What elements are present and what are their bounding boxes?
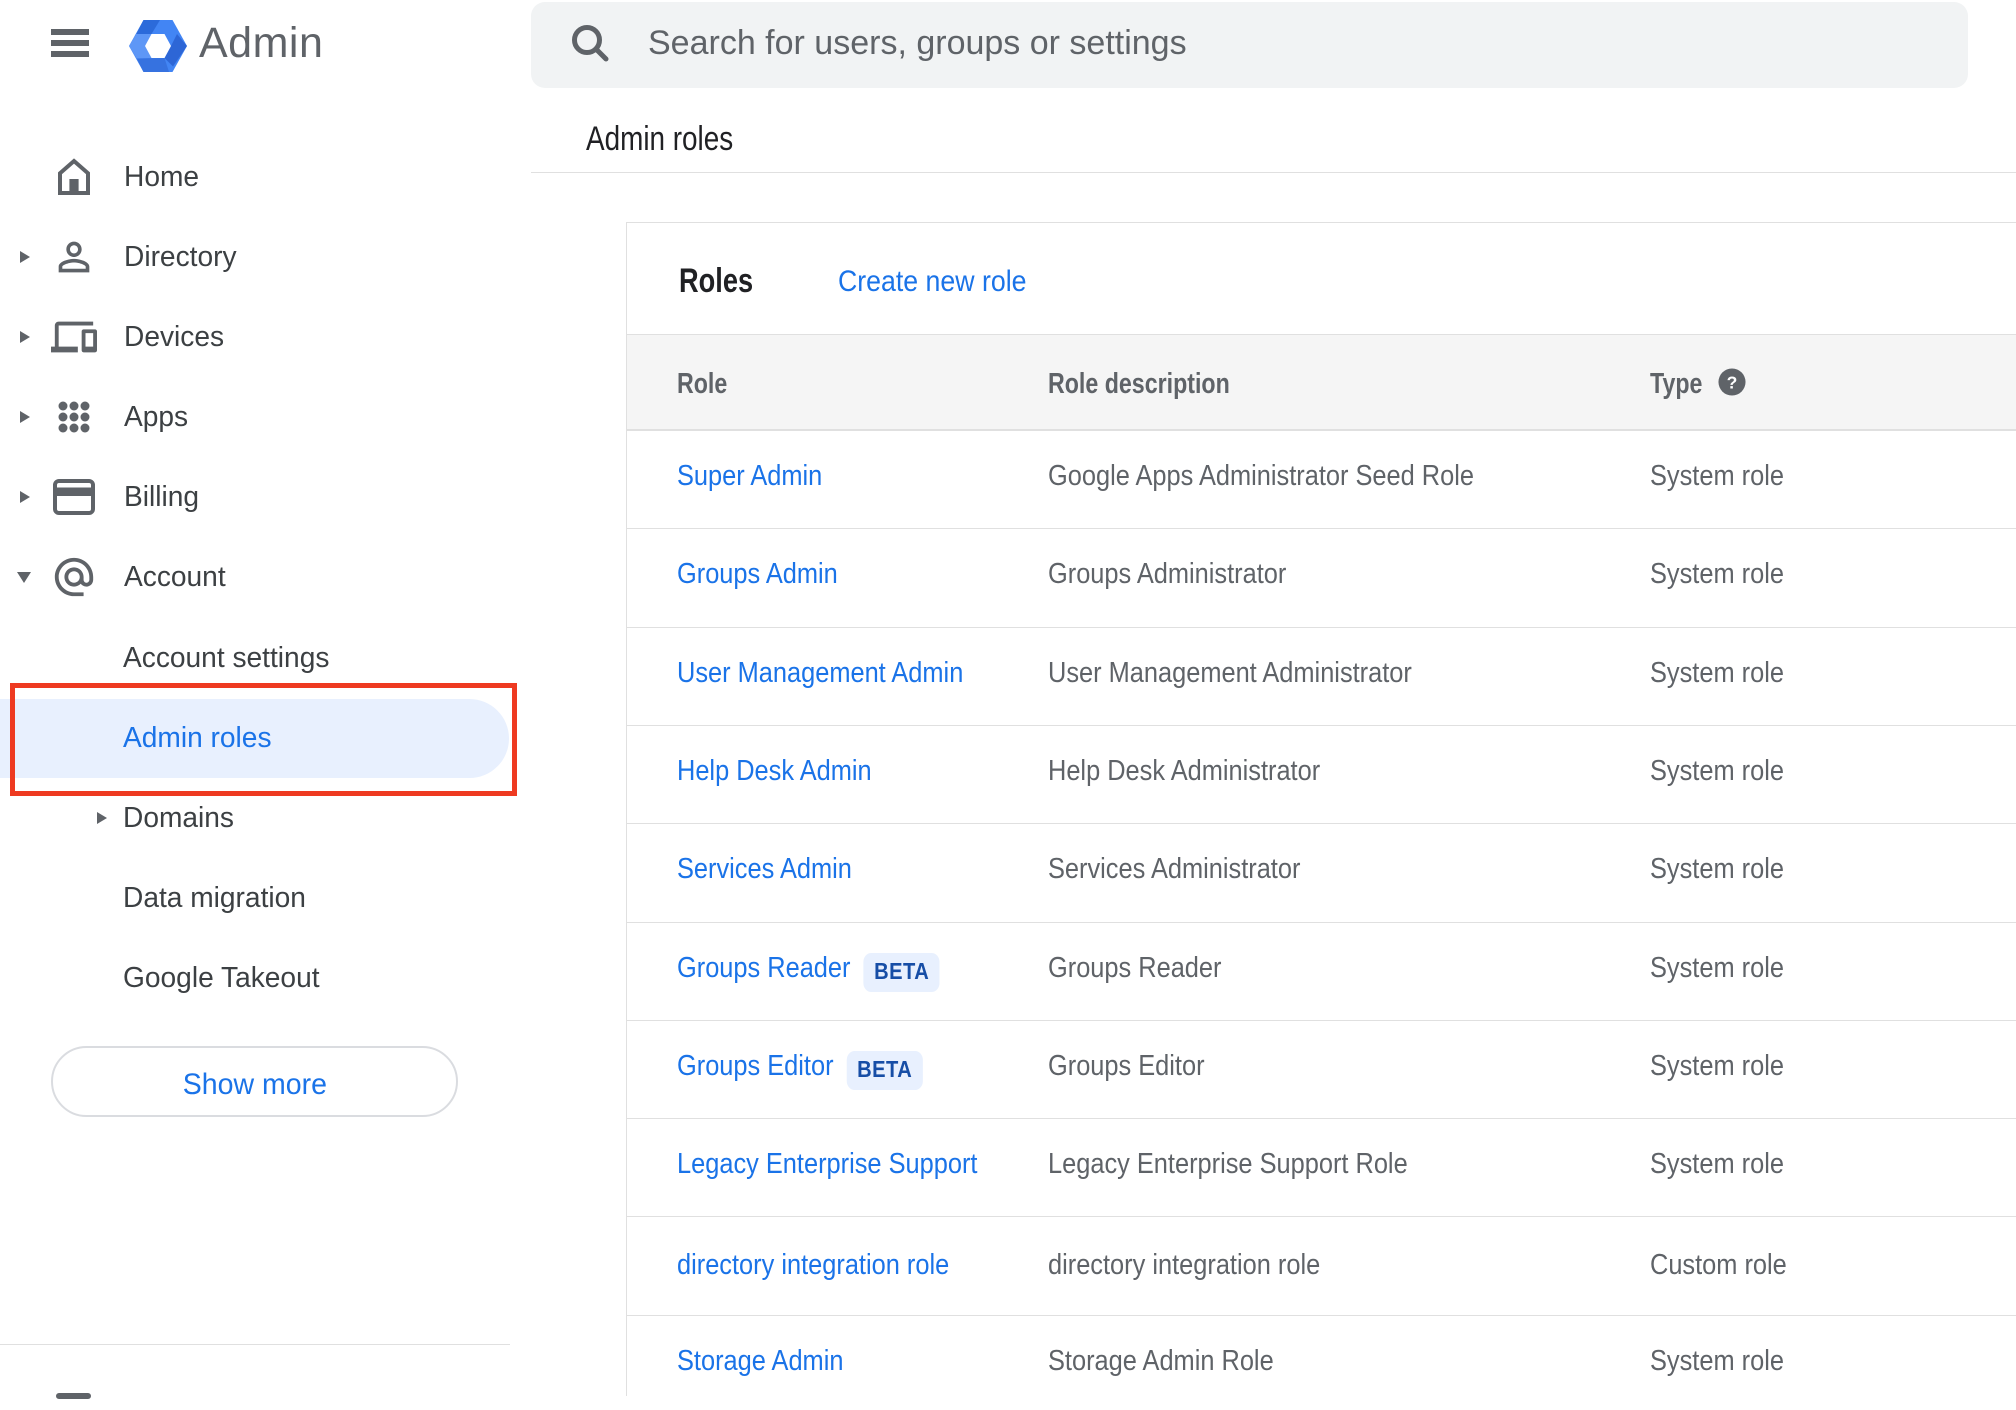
svg-text:?: ? [1727,372,1738,392]
